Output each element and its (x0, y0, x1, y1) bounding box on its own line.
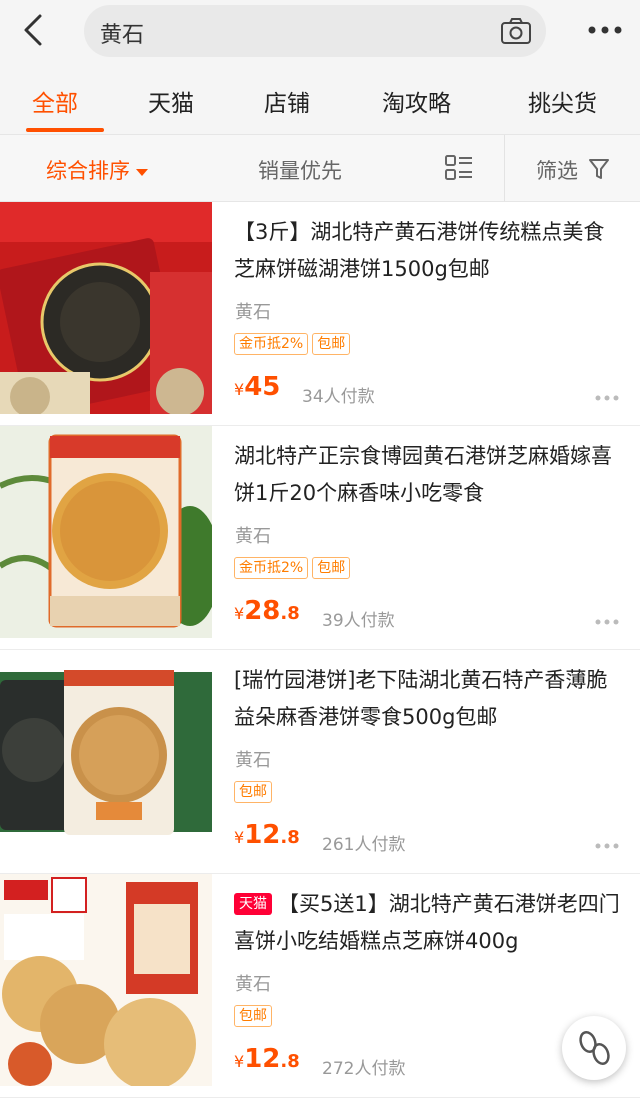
top-bar: 黄石 (0, 0, 640, 66)
more-options-icon[interactable] (594, 394, 620, 402)
free-shipping-tag: 包邮 (234, 781, 272, 803)
product-title[interactable]: 天猫 【买5送1】湖北特产黄石港饼老四门喜饼小吃结婚糕点芝麻饼400g (234, 886, 624, 960)
price-integer: 28 (244, 596, 281, 626)
price-integer: 12 (244, 820, 281, 850)
sortbar-divider (504, 135, 505, 201)
sort-comprehensive-button[interactable]: 综合排序 (46, 155, 148, 185)
product-item[interactable]: 天猫 【买5送1】湖北特产黄石港饼老四门喜饼小吃结婚糕点芝麻饼400g 黄石 包邮… (0, 874, 640, 1098)
product-item[interactable]: 湖北特产正宗食博园黄石港饼芝麻婚嫁喜饼1斤20个麻香味小吃零食 黄石 金币抵2%… (0, 426, 640, 650)
product-item[interactable]: 【3斤】湖北特产黄石港饼传统糕点美食芝麻饼磁湖港饼1500g包邮 黄石 金币抵2… (0, 202, 640, 426)
product-list: 【3斤】湖北特产黄石港饼传统糕点美食芝麻饼磁湖港饼1500g包邮 黄石 金币抵2… (0, 202, 640, 1098)
price-decimal: .8 (280, 603, 300, 624)
category-tabs: 全部 天猫 店铺 淘攻略 挑尖货 (0, 66, 640, 134)
filter-button[interactable]: 筛选 (536, 155, 578, 185)
sort-comprehensive-label: 综合排序 (46, 159, 130, 183)
back-arrow-icon[interactable] (14, 10, 54, 50)
caret-down-icon (136, 168, 148, 176)
product-price: ¥12.8 (234, 1044, 300, 1074)
filter-icon[interactable] (588, 157, 610, 181)
price-integer: 12 (244, 1044, 281, 1074)
paid-count: 34人付款 (302, 387, 375, 407)
search-query[interactable]: 黄石 (100, 17, 144, 49)
tab-all[interactable]: 全部 (32, 84, 78, 118)
product-tags: 包邮 (234, 781, 272, 803)
paid-count: 272人付款 (322, 1059, 406, 1079)
tab-premium[interactable]: 挑尖货 (528, 84, 597, 118)
free-shipping-tag: 包邮 (312, 557, 351, 579)
product-location: 黄石 (235, 750, 271, 771)
product-location: 黄石 (235, 526, 271, 547)
free-shipping-tag: 包邮 (234, 1005, 272, 1027)
history-float-button[interactable] (562, 1016, 626, 1080)
product-tags: 金币抵2% 包邮 (234, 333, 351, 355)
search-box[interactable]: 黄石 (84, 5, 546, 57)
camera-icon[interactable] (500, 16, 532, 46)
product-title[interactable]: [瑞竹园港饼]老下陆湖北黄石特产香薄脆益朵麻香港饼零食500g包邮 (234, 662, 624, 736)
price-currency: ¥ (234, 380, 245, 399)
active-tab-indicator (26, 128, 104, 132)
product-image[interactable] (0, 650, 212, 862)
product-item[interactable]: [瑞竹园港饼]老下陆湖北黄石特产香薄脆益朵麻香港饼零食500g包邮 黄石 包邮 … (0, 650, 640, 874)
product-price: ¥45 (234, 372, 280, 402)
paid-count: 261人付款 (322, 835, 406, 855)
sort-by-sales-button[interactable]: 销量优先 (258, 155, 342, 185)
product-title-text: 【买5送1】湖北特产黄石港饼老四门喜饼小吃结婚糕点芝麻饼400g (234, 892, 620, 953)
product-tags: 金币抵2% 包邮 (234, 557, 351, 579)
product-price: ¥12.8 (234, 820, 300, 850)
tab-guides[interactable]: 淘攻略 (382, 84, 451, 118)
product-location: 黄石 (235, 974, 271, 995)
tab-shops[interactable]: 店铺 (264, 84, 310, 118)
more-options-icon[interactable] (594, 842, 620, 850)
product-title[interactable]: 湖北特产正宗食博园黄石港饼芝麻婚嫁喜饼1斤20个麻香味小吃零食 (234, 438, 624, 512)
product-price: ¥28.8 (234, 596, 300, 626)
tmall-badge: 天猫 (234, 893, 272, 915)
sort-bar: 综合排序 销量优先 筛选 (0, 134, 640, 202)
price-integer: 45 (244, 372, 281, 402)
price-currency: ¥ (234, 604, 245, 623)
product-title[interactable]: 【3斤】湖北特产黄石港饼传统糕点美食芝麻饼磁湖港饼1500g包邮 (234, 214, 624, 288)
coin-discount-tag: 金币抵2% (234, 333, 309, 355)
price-decimal: .8 (280, 1051, 300, 1072)
paid-count: 39人付款 (322, 611, 395, 631)
tab-tmall[interactable]: 天猫 (148, 84, 194, 118)
price-currency: ¥ (234, 828, 245, 847)
product-image[interactable] (0, 202, 212, 414)
product-tags: 包邮 (234, 1005, 272, 1027)
product-image[interactable] (0, 874, 212, 1086)
price-decimal: .8 (280, 827, 300, 848)
free-shipping-tag: 包邮 (312, 333, 351, 355)
more-icon[interactable] (580, 12, 630, 48)
price-currency: ¥ (234, 1052, 245, 1071)
coin-discount-tag: 金币抵2% (234, 557, 309, 579)
list-view-icon[interactable] (444, 153, 474, 183)
product-image[interactable] (0, 426, 212, 638)
more-options-icon[interactable] (594, 618, 620, 626)
footprint-icon (579, 1031, 610, 1065)
product-location: 黄石 (235, 302, 271, 323)
